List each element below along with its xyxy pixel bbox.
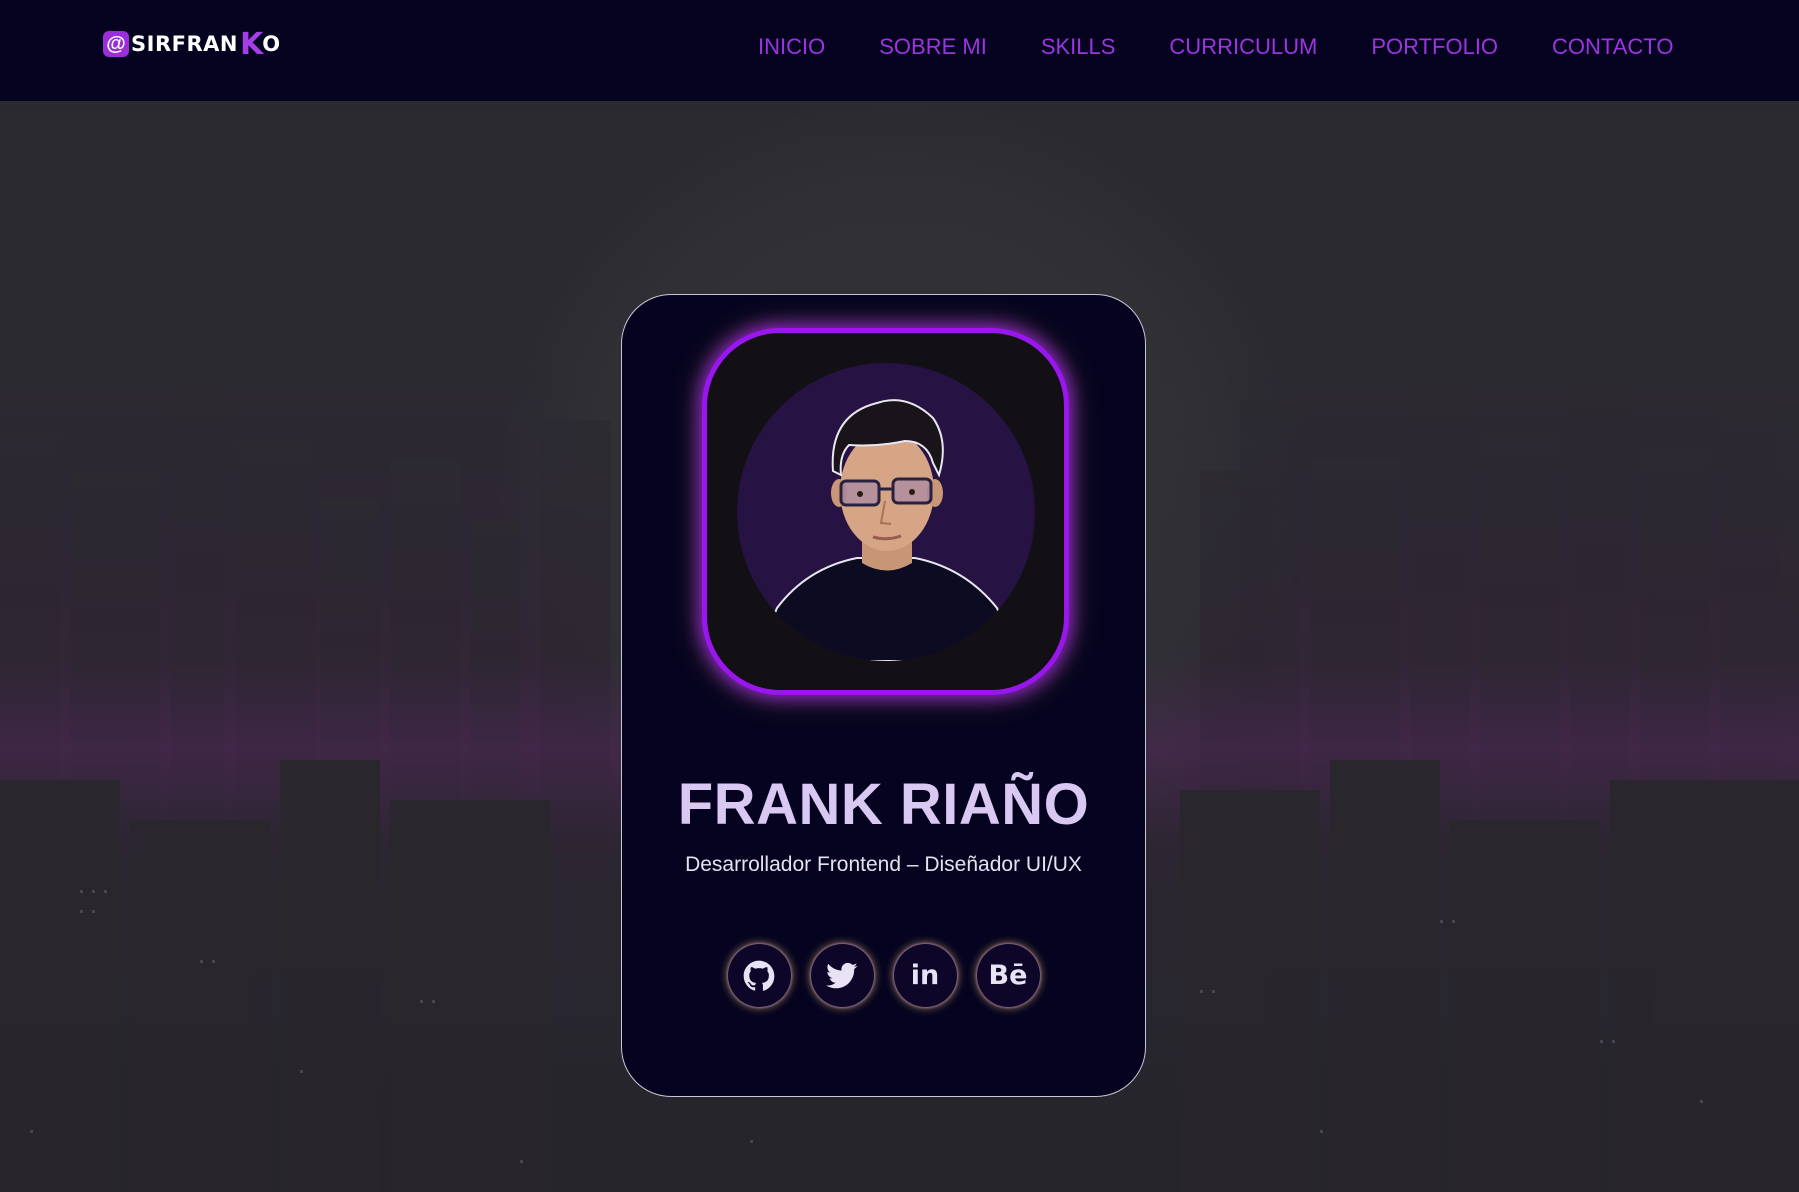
nav-link-contacto[interactable]: CONTACTO (1552, 34, 1673, 60)
profile-card: FRANK RIAÑO Desarrollador Frontend – Dis… (621, 294, 1146, 1097)
nav-link-skills[interactable]: SKILLS (1041, 34, 1116, 60)
linkedin-button[interactable]: in (893, 944, 957, 1007)
twitter-icon (826, 962, 858, 990)
navbar: @ SIRFRAN K O INICIO SOBRE MI SKILLS CUR… (0, 0, 1799, 101)
site-logo[interactable]: @ SIRFRAN K O (103, 26, 281, 62)
twitter-button[interactable] (810, 944, 874, 1007)
behance-button[interactable]: Bē (976, 944, 1040, 1007)
logo-o: O (262, 32, 281, 56)
page: @ SIRFRAN K O INICIO SOBRE MI SKILLS CUR… (0, 0, 1799, 1192)
profile-role: Desarrollador Frontend – Diseñador UI/UX (685, 853, 1082, 876)
nav-link-portfolio[interactable]: PORTFOLIO (1371, 34, 1498, 60)
logo-at-symbol: @ (103, 31, 129, 57)
profile-photo (753, 399, 1019, 661)
profile-name: FRANK RIAÑO (677, 772, 1090, 837)
avatar-frame (702, 328, 1069, 695)
nav-link-inicio[interactable]: INICIO (758, 34, 825, 60)
github-button[interactable] (727, 944, 791, 1007)
behance-icon: Bē (988, 960, 1028, 991)
nav-link-sobre-mi[interactable]: SOBRE MI (879, 34, 987, 60)
linkedin-icon: in (910, 960, 940, 991)
avatar (737, 363, 1035, 661)
github-icon (743, 960, 775, 992)
nav-links: INICIO SOBRE MI SKILLS CURRICULUM PORTFO… (758, 34, 1673, 60)
logo-text: SIRFRAN (131, 32, 238, 56)
logo-k: K (239, 26, 263, 62)
nav-link-curriculum[interactable]: CURRICULUM (1169, 34, 1317, 60)
social-links: in Bē (622, 944, 1145, 1007)
